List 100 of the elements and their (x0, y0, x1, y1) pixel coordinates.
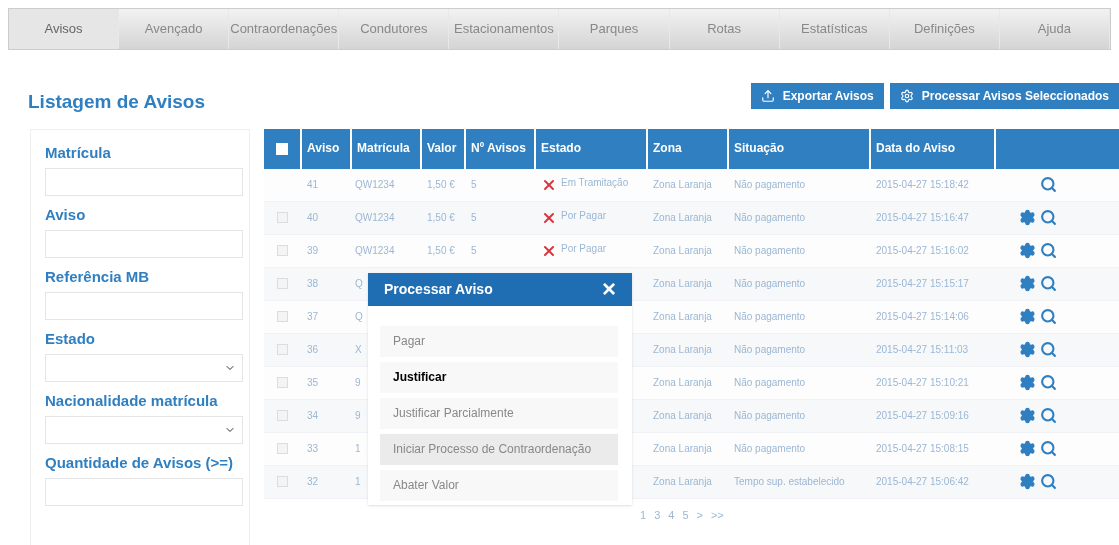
export-button[interactable]: Exportar Avisos (750, 83, 884, 110)
table-cell: 38 (307, 278, 319, 289)
select-field[interactable] (45, 353, 243, 382)
menu-option[interactable]: Iniciar Processo de Contraordenação (380, 433, 618, 465)
table-cell: 1,50 € (427, 212, 455, 223)
table-cell: 2015-04-27 15:06:42 (876, 475, 969, 487)
search-icon[interactable] (1040, 440, 1057, 457)
nav-tab[interactable]: Definições (889, 9, 1000, 49)
row-checkbox[interactable] (276, 476, 288, 487)
gear-icon[interactable] (1019, 374, 1036, 391)
gear-icon[interactable] (1019, 308, 1036, 325)
gear-icon[interactable] (1019, 440, 1036, 457)
filter-label: Matrícula (45, 142, 112, 163)
nav-tab[interactable]: Estacionamentos (449, 9, 560, 49)
table-cell: Tempo sup. estabelecido (734, 475, 845, 487)
search-icon[interactable] (1040, 242, 1057, 259)
nav-tab[interactable]: Parques (559, 9, 670, 49)
input-field[interactable] (45, 477, 243, 506)
gear-icon[interactable] (1019, 341, 1036, 358)
table-cell: X (355, 344, 362, 355)
row-checkbox[interactable] (276, 311, 288, 322)
page-link[interactable]: 1 (640, 506, 647, 523)
search-icon[interactable] (1040, 341, 1057, 358)
gear-icon[interactable] (1019, 275, 1036, 292)
table-cell: Não pagamento (734, 244, 806, 256)
table-cell: Zona Laranja (653, 409, 712, 421)
nav-tab[interactable]: Avençado (119, 9, 230, 49)
table-cell: Zona Laranja (653, 178, 712, 190)
column-header: Aviso (302, 128, 350, 169)
row-checkbox[interactable] (276, 377, 288, 388)
search-icon[interactable] (1040, 209, 1057, 226)
table-cell: 40 (307, 212, 319, 223)
table-cell: Não pagamento (734, 310, 806, 322)
search-icon[interactable] (1040, 473, 1057, 490)
filter-label: Aviso (45, 204, 87, 225)
page-link[interactable]: 4 (668, 506, 675, 523)
page-link[interactable]: >> (710, 506, 724, 523)
table-cell: QW1234 (355, 245, 395, 256)
modal-title: Processar Aviso (384, 279, 493, 299)
table-cell: Não pagamento (734, 178, 806, 190)
table-cell: Em Tramitação (561, 176, 629, 189)
table-cell: 39 (307, 245, 319, 256)
table-cell: QW1234 (355, 212, 395, 223)
search-icon[interactable] (1040, 275, 1057, 292)
table-cell: Zona Laranja (653, 442, 712, 454)
row-checkbox[interactable] (276, 212, 288, 223)
table-cell: 33 (307, 443, 319, 454)
column-header: Matrícula (352, 128, 420, 169)
menu-option[interactable]: Justificar Parcialmente (380, 397, 618, 429)
page-link[interactable]: 3 (654, 506, 661, 523)
table-cell: Zona Laranja (653, 211, 712, 223)
filter-label: Estado (45, 328, 96, 349)
page-title: Listagem de Avisos (28, 90, 206, 114)
table-cell: 36 (307, 344, 319, 355)
menu-option[interactable]: Abater Valor (380, 469, 618, 501)
nav-tab[interactable]: Contraordenações (229, 9, 340, 49)
nav-tab[interactable]: Condutores (339, 9, 450, 49)
table-cell: 1,50 € (427, 179, 455, 190)
select-field[interactable] (45, 415, 243, 444)
input-field[interactable] (45, 291, 243, 320)
row-checkbox[interactable] (276, 278, 288, 289)
table-cell: Q (355, 311, 363, 322)
nav-tab[interactable]: Estatísticas (779, 9, 890, 49)
table-cell: Por Pagar (561, 209, 607, 222)
table-cell: Q (355, 278, 363, 289)
search-icon[interactable] (1040, 374, 1057, 391)
nav-tab[interactable]: Rotas (669, 9, 780, 49)
gear-icon[interactable] (1019, 473, 1036, 490)
row-checkbox[interactable] (276, 245, 288, 256)
row-checkbox[interactable] (276, 410, 288, 421)
page-link[interactable]: 5 (682, 506, 689, 523)
gear-icon[interactable] (1019, 209, 1036, 226)
search-icon[interactable] (1040, 308, 1057, 325)
row-checkbox[interactable] (276, 344, 288, 355)
gear-icon[interactable] (1019, 407, 1036, 424)
table-cell: 5 (471, 212, 477, 223)
close-button[interactable]: × (602, 277, 616, 301)
row-checkbox[interactable] (276, 443, 288, 454)
table-cell: 2015-04-27 15:10:21 (876, 376, 969, 388)
upload-icon (760, 89, 775, 104)
table-cell: 2015-04-27 15:11:03 (876, 343, 969, 355)
table-cell: Zona Laranja (653, 376, 712, 388)
nav-tab[interactable]: Ajuda (999, 9, 1110, 49)
menu-option[interactable]: Pagar (380, 325, 618, 357)
column-header: Zona (648, 128, 727, 169)
nav-tab[interactable]: Avisos (9, 9, 120, 49)
search-icon[interactable] (1040, 176, 1057, 193)
table-cell: Não pagamento (734, 343, 806, 355)
input-field[interactable] (45, 167, 243, 196)
filter-label: Referência MB (45, 266, 151, 287)
input-field[interactable] (45, 229, 243, 258)
search-icon[interactable] (1040, 407, 1057, 424)
table-cell: 2015-04-27 15:16:02 (876, 244, 969, 256)
menu-option[interactable]: Justificar (380, 361, 618, 393)
page-link[interactable]: > (696, 506, 703, 523)
table-cell: 2015-04-27 15:08:15 (876, 442, 969, 454)
process-button[interactable]: Processar Avisos Seleccionados (889, 83, 1119, 110)
gear-icon[interactable] (1019, 242, 1036, 259)
table-cell: Não pagamento (734, 409, 806, 421)
header-checkbox[interactable] (276, 142, 288, 155)
